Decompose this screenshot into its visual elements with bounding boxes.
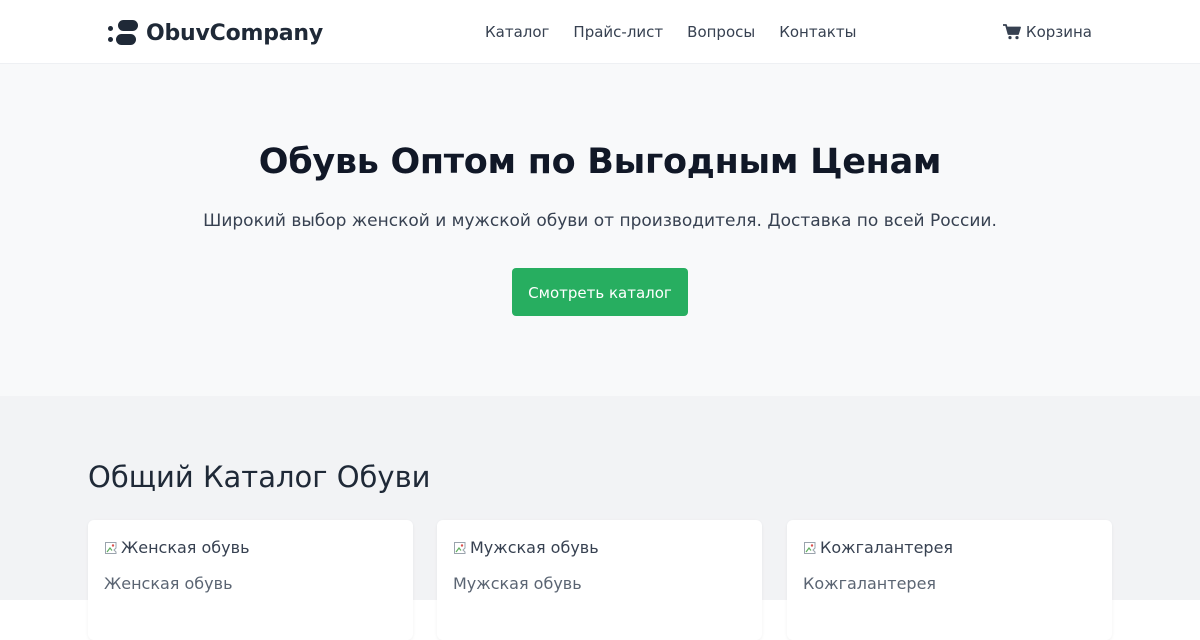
hero-subtitle: Широкий выбор женской и мужской обуви от… [203, 211, 997, 231]
nav-item-faq[interactable]: Вопросы [687, 20, 755, 44]
card-image-alt: Мужская обувь [470, 538, 599, 557]
card-image[interactable]: Женская обувь [104, 538, 250, 557]
card-title: Женская обувь [104, 574, 233, 593]
main-nav: Каталог Прайс-лист Вопросы Контакты [485, 20, 856, 44]
nav-item-catalog[interactable]: Каталог [485, 20, 549, 44]
broken-image-icon [105, 541, 117, 554]
logo-text: ObuvCompany [146, 20, 324, 46]
card-title: Мужская обувь [453, 574, 582, 593]
broken-image-icon [454, 541, 466, 554]
shopping-cart-icon [1002, 24, 1021, 40]
site-header: ObuvCompany Каталог Прайс-лист Вопросы К… [0, 0, 1200, 64]
footprints-icon [108, 20, 138, 45]
catalog-title: Общий Каталог Обуви [88, 460, 431, 494]
hero-title: Обувь Оптом по Выгодным Ценам [258, 142, 942, 182]
cart-label: Корзина [1025, 23, 1092, 41]
nav-item-price-list[interactable]: Прайс-лист [573, 20, 663, 44]
hero-section: Обувь Оптом по Выгодным Ценам Широкий вы… [0, 64, 1200, 396]
logo-link[interactable]: ObuvCompany [108, 18, 323, 48]
card-image[interactable]: Кожгалантерея [803, 538, 953, 557]
cart-link[interactable]: Корзина [1002, 20, 1092, 44]
catalog-card-leather-goods[interactable]: Кожгалантерея Кожгалантерея [787, 520, 1112, 640]
card-image-alt: Кожгалантерея [820, 538, 954, 557]
nav-item-contacts[interactable]: Контакты [779, 20, 856, 44]
catalog-section: Общий Каталог Обуви Женская обувь Женска… [0, 396, 1200, 640]
broken-image-icon [804, 541, 816, 554]
view-catalog-button[interactable]: Смотреть каталог [512, 268, 688, 316]
card-image-alt: Женская обувь [121, 538, 250, 557]
catalog-card-men[interactable]: Мужская обувь Мужская обувь [437, 520, 762, 640]
card-image[interactable]: Мужская обувь [453, 538, 599, 557]
card-title: Кожгалантерея [803, 574, 937, 593]
catalog-card-women[interactable]: Женская обувь Женская обувь [88, 520, 413, 640]
